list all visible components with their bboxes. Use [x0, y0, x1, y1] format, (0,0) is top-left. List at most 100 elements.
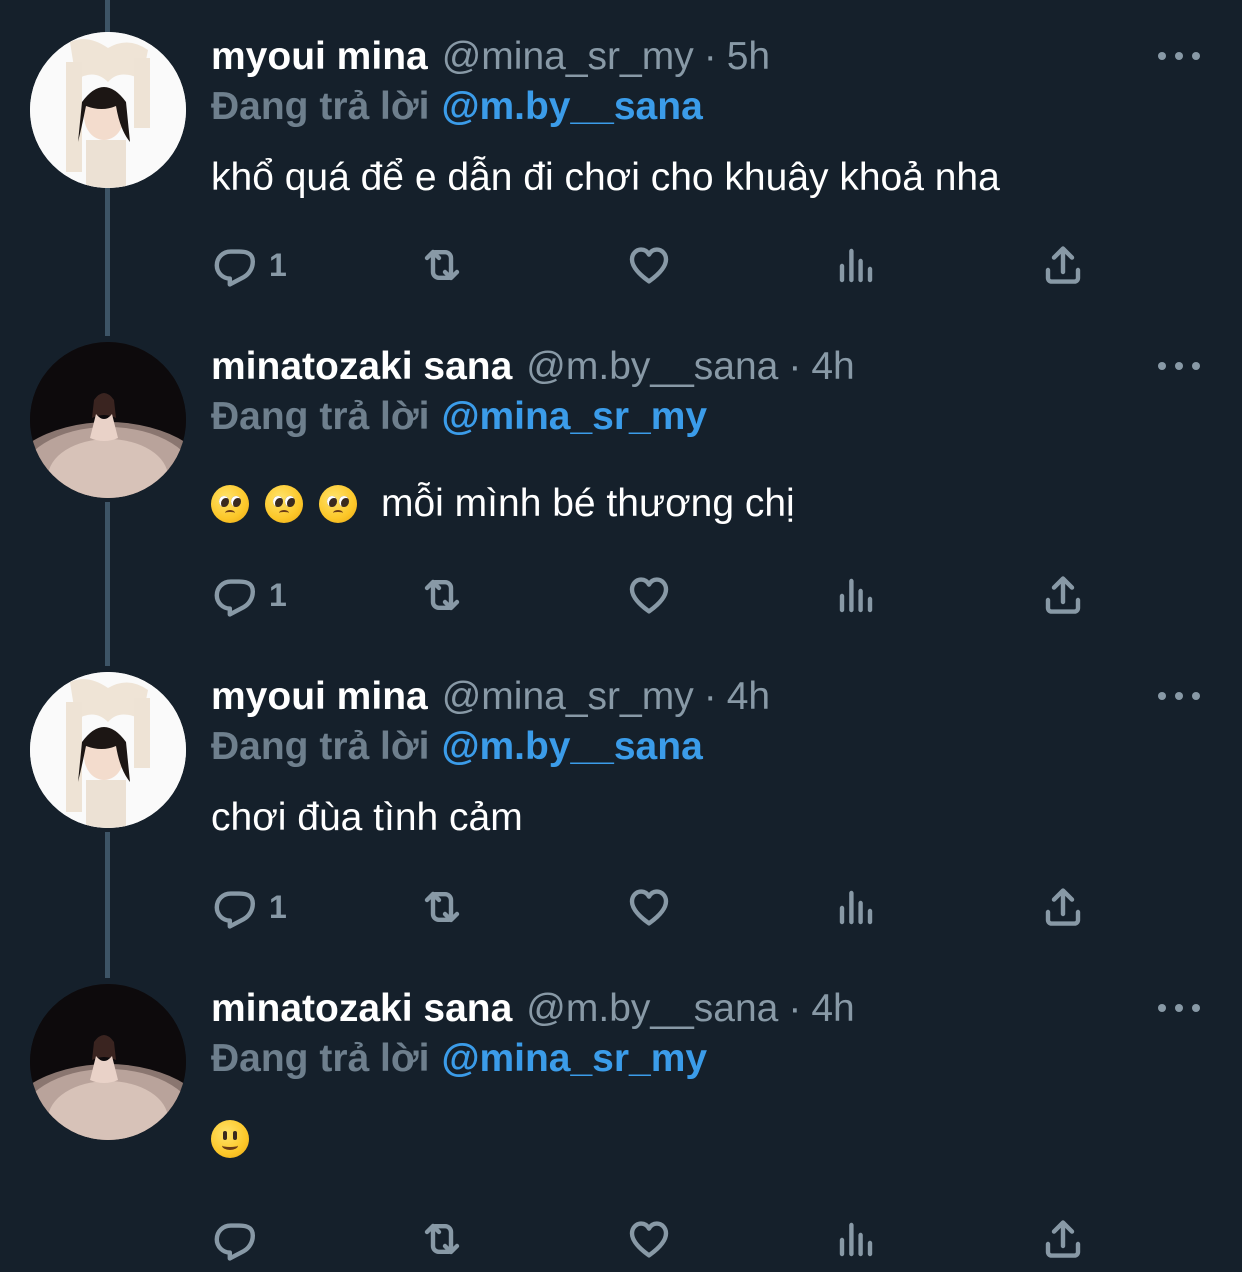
pleading-face-emoji	[265, 485, 303, 523]
tweet-text: mỗi mình bé thương chị	[211, 478, 795, 530]
replying-to: Đang trả lời @m.by__sana	[211, 82, 703, 132]
display-name[interactable]: minatozaki sana	[211, 342, 512, 392]
like-icon	[625, 883, 673, 931]
like-button[interactable]	[625, 570, 673, 620]
retweet-button[interactable]	[418, 570, 466, 620]
share-icon	[1039, 883, 1087, 931]
tweet-text-body: mỗi mình bé thương chị	[381, 482, 795, 525]
tweet-text: khổ quá để e dẫn đi chơi cho khuây khoả …	[211, 152, 1000, 204]
share-button[interactable]	[1039, 570, 1087, 620]
slightly-smiling-face-emoji	[211, 1120, 249, 1158]
replying-to-label: Đang trả lời	[211, 725, 430, 768]
analytics-icon	[832, 241, 880, 289]
like-icon	[625, 571, 673, 619]
reply-count: 1	[269, 576, 287, 613]
retweet-icon	[418, 571, 466, 619]
user-handle[interactable]: @m.by__sana	[526, 342, 778, 392]
sana-avatar-image	[30, 984, 186, 1140]
reply-button[interactable]: 1	[211, 570, 287, 620]
analytics-button[interactable]	[832, 882, 880, 932]
replying-to-label: Đang trả lời	[211, 85, 430, 128]
share-icon	[1039, 571, 1087, 619]
analytics-icon	[832, 571, 880, 619]
reply-to-handle[interactable]: @m.by__sana	[441, 85, 702, 128]
timestamp[interactable]: 5h	[727, 32, 770, 82]
separator-dot: ·	[788, 345, 802, 388]
separator-dot: ·	[703, 35, 717, 78]
analytics-button[interactable]	[832, 1214, 880, 1264]
reply-icon	[211, 1215, 259, 1263]
timestamp[interactable]: 4h	[811, 984, 854, 1034]
analytics-button[interactable]	[832, 240, 880, 290]
tweet-header: myoui mina @mina_sr_my · 4h	[211, 672, 770, 722]
timestamp[interactable]: 4h	[811, 342, 854, 392]
retweet-icon	[418, 241, 466, 289]
tweet-text-body: chơi đùa tình cảm	[211, 796, 523, 839]
replying-to-label: Đang trả lời	[211, 395, 430, 438]
reply-to-handle[interactable]: @mina_sr_my	[441, 1037, 707, 1080]
tweet-header: myoui mina @mina_sr_my · 5h	[211, 32, 770, 82]
like-button[interactable]	[625, 240, 673, 290]
reply-icon	[211, 241, 259, 289]
analytics-icon	[832, 1215, 880, 1263]
share-button[interactable]	[1039, 240, 1087, 290]
replying-to: Đang trả lời @m.by__sana	[211, 722, 703, 772]
more-icon[interactable]	[1158, 356, 1200, 376]
thread-line	[105, 832, 110, 978]
share-button[interactable]	[1039, 882, 1087, 932]
retweet-icon	[418, 883, 466, 931]
reply-to-handle[interactable]: @m.by__sana	[441, 725, 702, 768]
tweet-header: minatozaki sana @m.by__sana · 4h	[211, 342, 855, 392]
replying-to: Đang trả lời @mina_sr_my	[211, 1034, 707, 1084]
share-button[interactable]	[1039, 1214, 1087, 1264]
replying-to-label: Đang trả lời	[211, 1037, 430, 1080]
share-icon	[1039, 1215, 1087, 1263]
thread-line	[105, 502, 110, 666]
avatar[interactable]	[30, 672, 186, 828]
avatar[interactable]	[30, 984, 186, 1140]
tweet-header: minatozaki sana @m.by__sana · 4h	[211, 984, 855, 1034]
more-icon[interactable]	[1158, 998, 1200, 1018]
user-handle[interactable]: @mina_sr_my	[442, 672, 694, 722]
display-name[interactable]: myoui mina	[211, 32, 428, 82]
more-icon[interactable]	[1158, 686, 1200, 706]
separator-dot: ·	[788, 987, 802, 1030]
display-name[interactable]: myoui mina	[211, 672, 428, 722]
replying-to: Đang trả lời @mina_sr_my	[211, 392, 707, 442]
tweet-actions: 1	[211, 882, 1111, 932]
avatar[interactable]	[30, 32, 186, 188]
timestamp[interactable]: 4h	[727, 672, 770, 722]
retweet-button[interactable]	[418, 882, 466, 932]
avatar[interactable]	[30, 342, 186, 498]
tweet-actions	[211, 1214, 1111, 1264]
user-handle[interactable]: @mina_sr_my	[442, 32, 694, 82]
retweet-button[interactable]	[418, 1214, 466, 1264]
reply-to-handle[interactable]: @mina_sr_my	[441, 395, 707, 438]
pleading-face-emoji	[319, 485, 357, 523]
analytics-button[interactable]	[832, 570, 880, 620]
display-name[interactable]: minatozaki sana	[211, 984, 512, 1034]
reply-button[interactable]: 1	[211, 240, 287, 290]
more-icon[interactable]	[1158, 46, 1200, 66]
reply-count: 1	[269, 888, 287, 925]
user-handle[interactable]: @m.by__sana	[526, 984, 778, 1034]
pleading-face-emoji	[211, 485, 249, 523]
like-button[interactable]	[625, 882, 673, 932]
reply-icon	[211, 571, 259, 619]
mina-avatar-image	[30, 672, 186, 828]
like-icon	[625, 1215, 673, 1263]
reply-button[interactable]	[211, 1214, 259, 1264]
like-button[interactable]	[625, 1214, 673, 1264]
retweet-button[interactable]	[418, 240, 466, 290]
tweet-text: chơi đùa tình cảm	[211, 792, 523, 844]
reply-icon	[211, 883, 259, 931]
tweet-text	[211, 1120, 265, 1158]
mina-avatar-image	[30, 32, 186, 188]
tweet-actions: 1	[211, 570, 1111, 620]
tweet-text-body: khổ quá để e dẫn đi chơi cho khuây khoả …	[211, 156, 1000, 199]
sana-avatar-image	[30, 342, 186, 498]
like-icon	[625, 241, 673, 289]
tweet-actions: 1	[211, 240, 1111, 290]
reply-button[interactable]: 1	[211, 882, 287, 932]
share-icon	[1039, 241, 1087, 289]
